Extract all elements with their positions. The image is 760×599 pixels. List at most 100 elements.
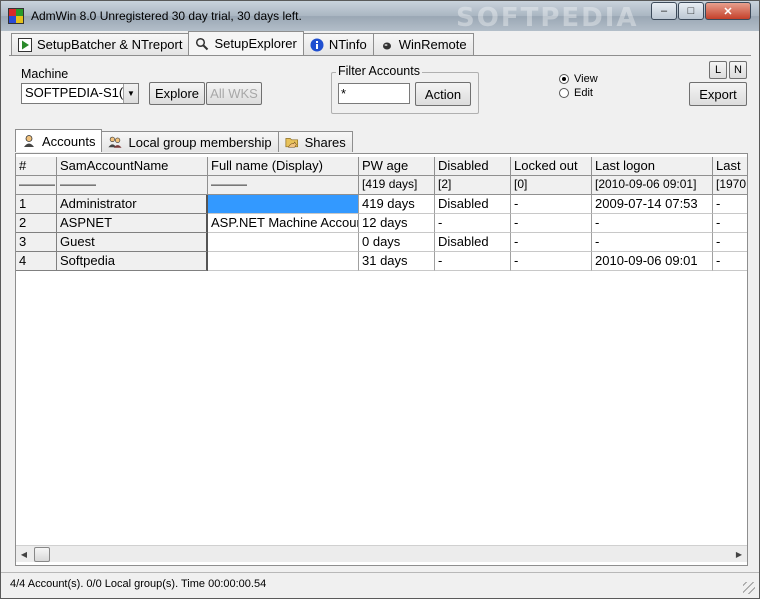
explore-button[interactable]: Explore <box>149 82 205 105</box>
samaccountname-cell[interactable]: Softpedia <box>57 252 208 271</box>
row-number-cell[interactable]: 2 <box>16 214 57 233</box>
column-header-pw-age[interactable]: PW age <box>359 157 435 176</box>
filter-cell[interactable]: ——— <box>57 176 208 195</box>
row-number-cell[interactable]: 1 <box>16 195 57 214</box>
disabled-cell[interactable]: - <box>435 252 511 271</box>
tab-label: Local group membership <box>128 134 272 150</box>
edit-radio[interactable]: Edit <box>559 87 593 99</box>
table-row[interactable]: 3 Guest 0 days Disabled - - - <box>16 233 747 252</box>
tab-label: SetupBatcher & NTreport <box>37 37 183 52</box>
samaccountname-cell[interactable]: ASPNET <box>57 214 208 233</box>
full-name-cell[interactable] <box>208 233 359 252</box>
filter-cell[interactable]: [2010-09-06 09:01] <box>592 176 713 195</box>
row-number-cell[interactable]: 3 <box>16 233 57 252</box>
machine-label: Machine <box>21 67 69 81</box>
full-name-cell[interactable] <box>208 195 359 214</box>
filter-cell[interactable]: [1970 <box>713 176 747 195</box>
filter-cell[interactable]: [419 days] <box>359 176 435 195</box>
tab-local-group-membership[interactable]: Local group membership <box>101 131 279 152</box>
horizontal-scrollbar[interactable]: ◀ ▶ <box>16 545 747 562</box>
dropdown-arrow-icon[interactable]: ▼ <box>123 84 138 103</box>
scroll-left-arrow-icon[interactable]: ◀ <box>17 548 31 561</box>
disabled-cell[interactable]: Disabled <box>435 233 511 252</box>
minimize-button[interactable]: – <box>651 2 677 20</box>
edit-radio-label: Edit <box>574 87 593 99</box>
close-button[interactable]: ✕ <box>705 2 751 20</box>
locked-out-cell[interactable]: - <box>511 252 592 271</box>
full-name-cell[interactable]: ASP.NET Machine Account <box>208 214 359 233</box>
tab-shares[interactable]: Shares <box>277 131 353 152</box>
locked-out-cell[interactable]: - <box>511 195 592 214</box>
l-button[interactable]: L <box>709 61 727 79</box>
table-row[interactable]: 1 Administrator 419 days Disabled - 2009… <box>16 195 747 214</box>
column-header-samaccountname[interactable]: SamAccountName <box>57 157 208 176</box>
play-icon <box>18 37 32 52</box>
pw-age-cell[interactable]: 0 days <box>359 233 435 252</box>
scroll-right-arrow-icon[interactable]: ▶ <box>732 548 746 561</box>
locked-out-cell[interactable]: - <box>511 214 592 233</box>
table-row[interactable]: 2 ASPNET ASP.NET Machine Account 12 days… <box>16 214 747 233</box>
view-radio-label: View <box>574 73 598 85</box>
app-window: AdmWin 8.0 Unregistered 30 day trial, 30… <box>0 0 760 599</box>
last-cell[interactable]: - <box>713 214 747 233</box>
accounts-grid[interactable]: # SamAccountName Full name (Display) PW … <box>15 153 748 566</box>
maximize-button[interactable]: □ <box>678 2 704 20</box>
user-icon <box>22 134 36 148</box>
samaccountname-cell[interactable]: Administrator <box>57 195 208 214</box>
last-cell[interactable]: - <box>713 233 747 252</box>
all-wks-button[interactable]: All WKS <box>206 82 262 105</box>
n-button[interactable]: N <box>729 61 747 79</box>
tab-accounts[interactable]: Accounts <box>15 129 103 152</box>
column-header-full-name[interactable]: Full name (Display) <box>208 157 359 176</box>
grid-filter-row: ——— ——— ——— [419 days] [2] [0] [2010-09-… <box>16 176 747 195</box>
last-cell[interactable]: - <box>713 195 747 214</box>
export-button[interactable]: Export <box>689 82 747 106</box>
column-header-number[interactable]: # <box>16 157 57 176</box>
column-header-disabled[interactable]: Disabled <box>435 157 511 176</box>
filter-cell[interactable]: ——— <box>208 176 359 195</box>
row-number-cell[interactable]: 4 <box>16 252 57 271</box>
last-logon-cell[interactable]: - <box>592 233 713 252</box>
pw-age-cell[interactable]: 12 days <box>359 214 435 233</box>
pw-age-cell[interactable]: 31 days <box>359 252 435 271</box>
column-header-locked-out[interactable]: Locked out <box>511 157 592 176</box>
disabled-cell[interactable]: - <box>435 214 511 233</box>
resize-grip-icon[interactable] <box>743 582 755 594</box>
table-row[interactable]: 4 Softpedia 31 days - - 2010-09-06 09:01… <box>16 252 747 271</box>
pw-age-cell[interactable]: 419 days <box>359 195 435 214</box>
tab-label: Accounts <box>42 133 96 149</box>
disabled-cell[interactable]: Disabled <box>435 195 511 214</box>
filter-cell[interactable]: [2] <box>435 176 511 195</box>
samaccountname-cell[interactable]: Guest <box>57 233 208 252</box>
machine-value: SOFTPEDIA-S1( <box>25 85 124 100</box>
tab-label: SetupExplorer <box>214 36 297 51</box>
machine-combobox[interactable]: SOFTPEDIA-S1( ▼ <box>21 83 139 104</box>
tab-ntinfo[interactable]: NTinfo <box>302 33 374 55</box>
filter-accounts-input[interactable]: * <box>338 83 410 104</box>
scrollbar-thumb[interactable] <box>34 547 50 562</box>
last-logon-cell[interactable]: - <box>592 214 713 233</box>
tab-setupexplorer[interactable]: SetupExplorer <box>188 31 304 55</box>
tab-winremote[interactable]: WinRemote <box>372 33 474 55</box>
tab-label: NTinfo <box>328 37 367 52</box>
filter-accounts-label: Filter Accounts <box>336 64 422 78</box>
tab-label: WinRemote <box>398 37 467 52</box>
filter-cell[interactable]: [0] <box>511 176 592 195</box>
radio-selected-icon <box>559 74 569 84</box>
tab-setupbatcher[interactable]: SetupBatcher & NTreport <box>11 33 190 55</box>
last-logon-cell[interactable]: 2010-09-06 09:01 <box>592 252 713 271</box>
last-cell[interactable]: - <box>713 252 747 271</box>
filter-cell[interactable]: ——— <box>16 176 57 195</box>
action-button[interactable]: Action <box>415 82 471 106</box>
view-radio[interactable]: View <box>559 73 598 85</box>
title-bar[interactable]: AdmWin 8.0 Unregistered 30 day trial, 30… <box>1 1 759 33</box>
sub-tab-strip: Accounts Local group membership Shares <box>15 129 353 153</box>
magnifier-icon <box>195 37 209 51</box>
full-name-cell[interactable] <box>208 252 359 271</box>
column-header-last-logon[interactable]: Last logon <box>592 157 713 176</box>
window-title: AdmWin 8.0 Unregistered 30 day trial, 30… <box>31 9 302 23</box>
column-header-last[interactable]: Last <box>713 157 747 176</box>
status-bar: 4/4 Account(s). 0/0 Local group(s). Time… <box>1 572 759 598</box>
locked-out-cell[interactable]: - <box>511 233 592 252</box>
last-logon-cell[interactable]: 2009-07-14 07:53 <box>592 195 713 214</box>
